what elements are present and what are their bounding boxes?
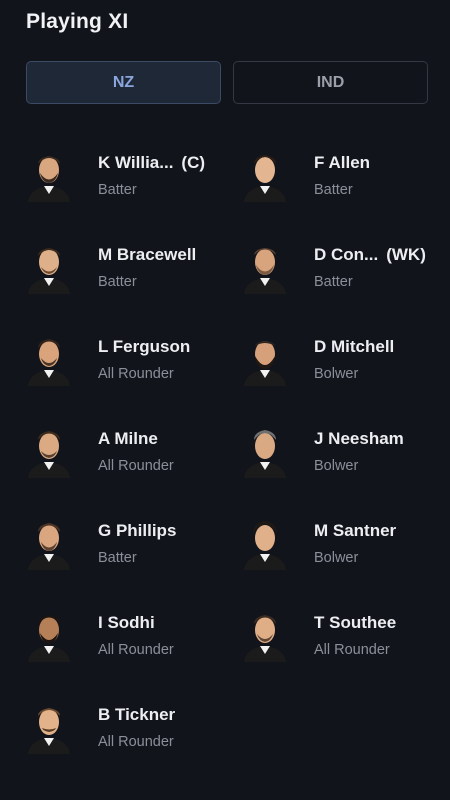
player-card[interactable]: A Milne All Rounder (26, 416, 236, 486)
captain-badge: (C) (181, 153, 206, 172)
player-name: B Tickner (98, 705, 176, 724)
player-card[interactable]: J Neesham Bolwer (242, 416, 450, 486)
player-avatar-icon (244, 521, 286, 570)
tab-ind[interactable]: IND (233, 61, 428, 104)
player-role: Batter (98, 274, 137, 290)
player-card[interactable]: F Allen Batter (242, 140, 450, 210)
player-avatar-icon (244, 155, 286, 202)
player-role: All Rounder (98, 366, 174, 382)
wicketkeeper-badge: (WK) (386, 245, 426, 264)
player-card[interactable]: B Tickner All Rounder (26, 692, 236, 762)
player-role: Batter (98, 182, 137, 198)
player-avatar-icon (28, 615, 70, 662)
player-role: Bolwer (314, 550, 359, 566)
player-name: L Ferguson (98, 337, 191, 356)
player-card[interactable]: G Phillips Batter (26, 508, 236, 578)
player-avatar-icon (28, 339, 70, 386)
player-card[interactable]: M Santner Bolwer (242, 508, 450, 578)
player-avatar-icon (244, 341, 286, 386)
player-role: Batter (98, 550, 137, 566)
player-avatar-icon (28, 156, 70, 202)
player-role: All Rounder (98, 642, 174, 658)
player-name: T Southee (314, 613, 397, 632)
player-avatar-icon (244, 430, 286, 478)
player-role: Bolwer (314, 366, 359, 382)
tab-nz[interactable]: NZ (26, 61, 221, 104)
player-avatar-icon (244, 615, 286, 662)
player-name: K Willia... (C) (98, 153, 206, 172)
player-name: F Allen (314, 153, 371, 172)
player-name: A Milne (98, 429, 158, 448)
player-role: Bolwer (314, 458, 359, 474)
player-name: D Mitchell (314, 337, 395, 356)
player-avatar-icon (244, 248, 286, 294)
player-card[interactable]: L Ferguson All Rounder (26, 324, 236, 394)
player-name: J Neesham (314, 429, 404, 448)
player-name: M Santner (314, 521, 397, 540)
player-role: Batter (314, 182, 353, 198)
player-avatar-icon (28, 523, 70, 570)
player-name: G Phillips (98, 521, 177, 540)
player-role: All Rounder (98, 458, 174, 474)
player-avatar-icon (28, 708, 70, 754)
player-name: M Bracewell (98, 245, 197, 264)
player-card[interactable]: D Con... (WK) Batter (242, 232, 450, 302)
player-card[interactable]: I Sodhi All Rounder (26, 600, 236, 670)
player-card[interactable]: T Southee All Rounder (242, 600, 450, 670)
player-role: Batter (314, 274, 353, 290)
player-avatar-icon (28, 431, 70, 478)
player-avatar-icon (28, 248, 70, 294)
team-tabs: NZ IND (26, 61, 428, 104)
player-card[interactable]: K Willia... (C) Batter (26, 140, 236, 210)
player-role: All Rounder (314, 642, 390, 658)
player-name: I Sodhi (98, 613, 155, 632)
player-role: All Rounder (98, 734, 174, 750)
player-name: D Con... (WK) (314, 245, 426, 264)
page-title: Playing XI (26, 10, 129, 33)
player-card[interactable]: M Bracewell Batter (26, 232, 236, 302)
player-card[interactable]: D Mitchell Bolwer (242, 324, 450, 394)
